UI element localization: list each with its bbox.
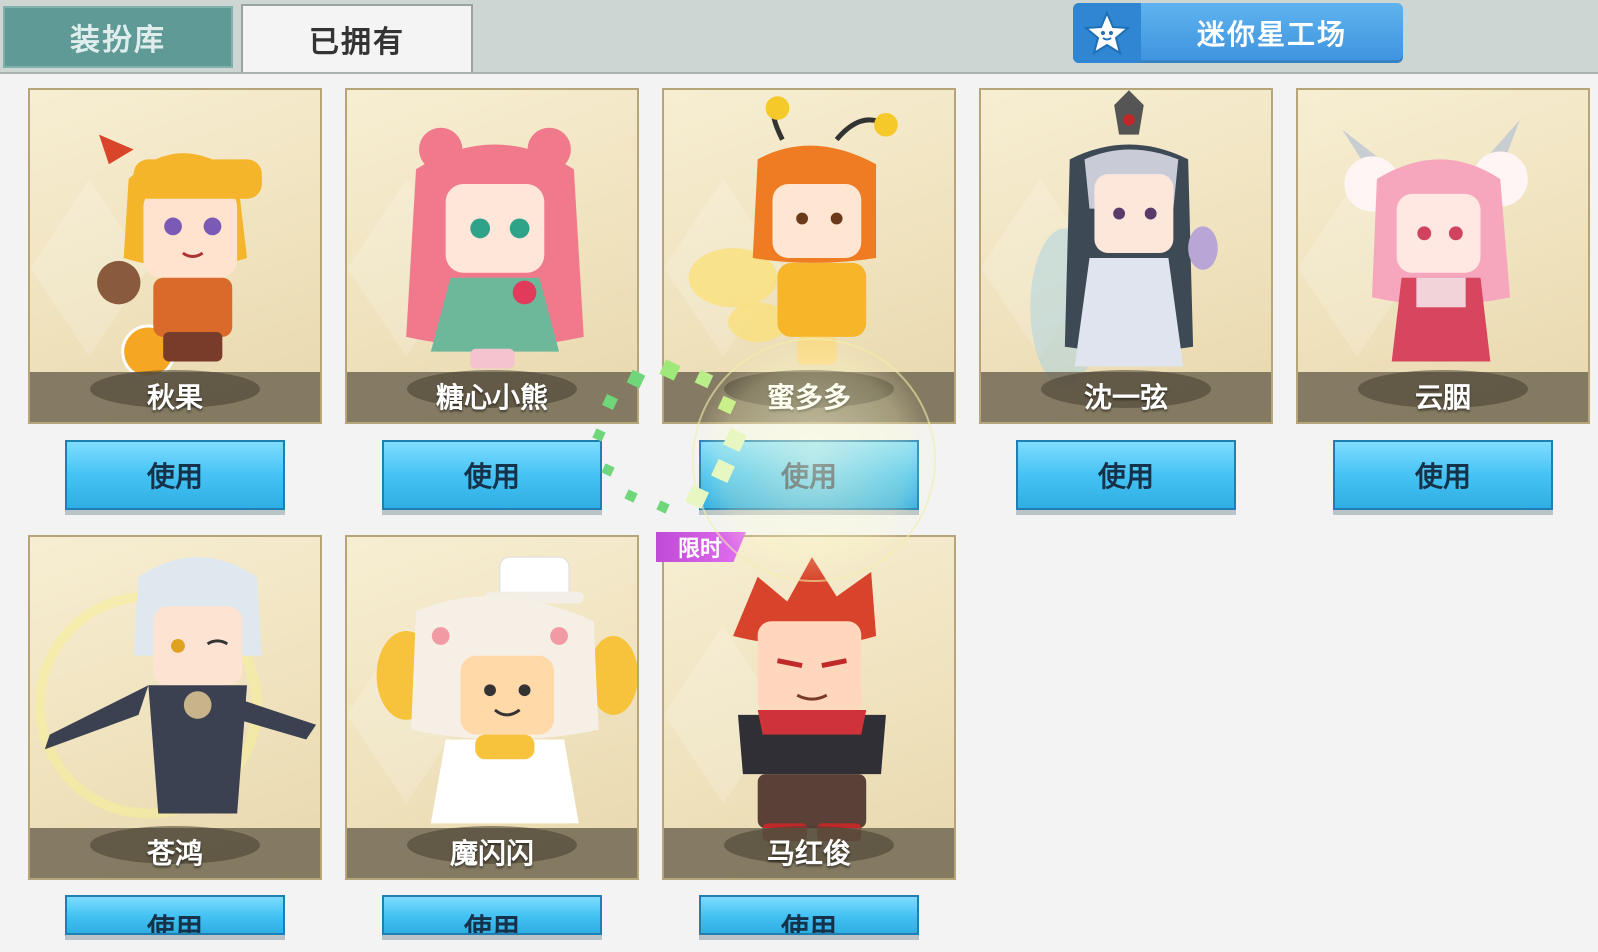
sparkle [656,500,670,514]
use-button-qiuguo[interactable]: 使用 [65,440,285,510]
use-button-canghong[interactable]: 使用 [65,895,285,935]
character-card-tangxin-bear[interactable]: 糖心小熊 [345,88,639,424]
character-name: 马红俊 [766,837,851,870]
character-name: 糖心小熊 [435,381,548,414]
character-name: 云胭 [1414,381,1471,414]
character-name: 苍鸿 [146,837,203,870]
use-button-shen-yixian[interactable]: 使用 [1016,440,1236,510]
character-card-canghong[interactable]: 苍鸿 [28,535,322,880]
tab-owned[interactable]: 已拥有 [241,4,473,72]
tab-outfit-library[interactable]: 装扮库 [3,6,233,68]
use-button-moshanshan[interactable]: 使用 [382,895,602,935]
use-button-ma-hongjun[interactable]: 使用 [699,895,919,935]
workshop-label: 迷你星工场 [1196,18,1347,51]
character-card-shen-yixian[interactable]: 沈一弦 [979,88,1273,424]
top-bar: 装扮库 已拥有 迷你星工场 [0,0,1598,74]
use-button-yunyan[interactable]: 使用 [1333,440,1553,510]
character-card-yunyan[interactable]: 云胭 [1296,88,1590,424]
sparkle [624,489,638,503]
character-name: 魔闪闪 [449,837,534,870]
character-name: 沈一弦 [1083,381,1168,414]
use-button-miduoduo[interactable]: 使用 [699,440,919,510]
star-icon [1073,3,1141,63]
character-card-ma-hongjun[interactable]: 马红俊 [662,535,956,880]
mini-star-workshop-button[interactable]: 迷你星工场 [1073,3,1403,63]
character-card-moshanshan[interactable]: 魔闪闪 [345,535,639,880]
sparkle [601,463,615,477]
limited-time-badge: 限时 [656,532,746,562]
use-button-tangxin-bear[interactable]: 使用 [382,440,602,510]
character-name: 秋果 [146,381,203,414]
character-card-qiuguo[interactable]: 秋果 [28,88,322,424]
